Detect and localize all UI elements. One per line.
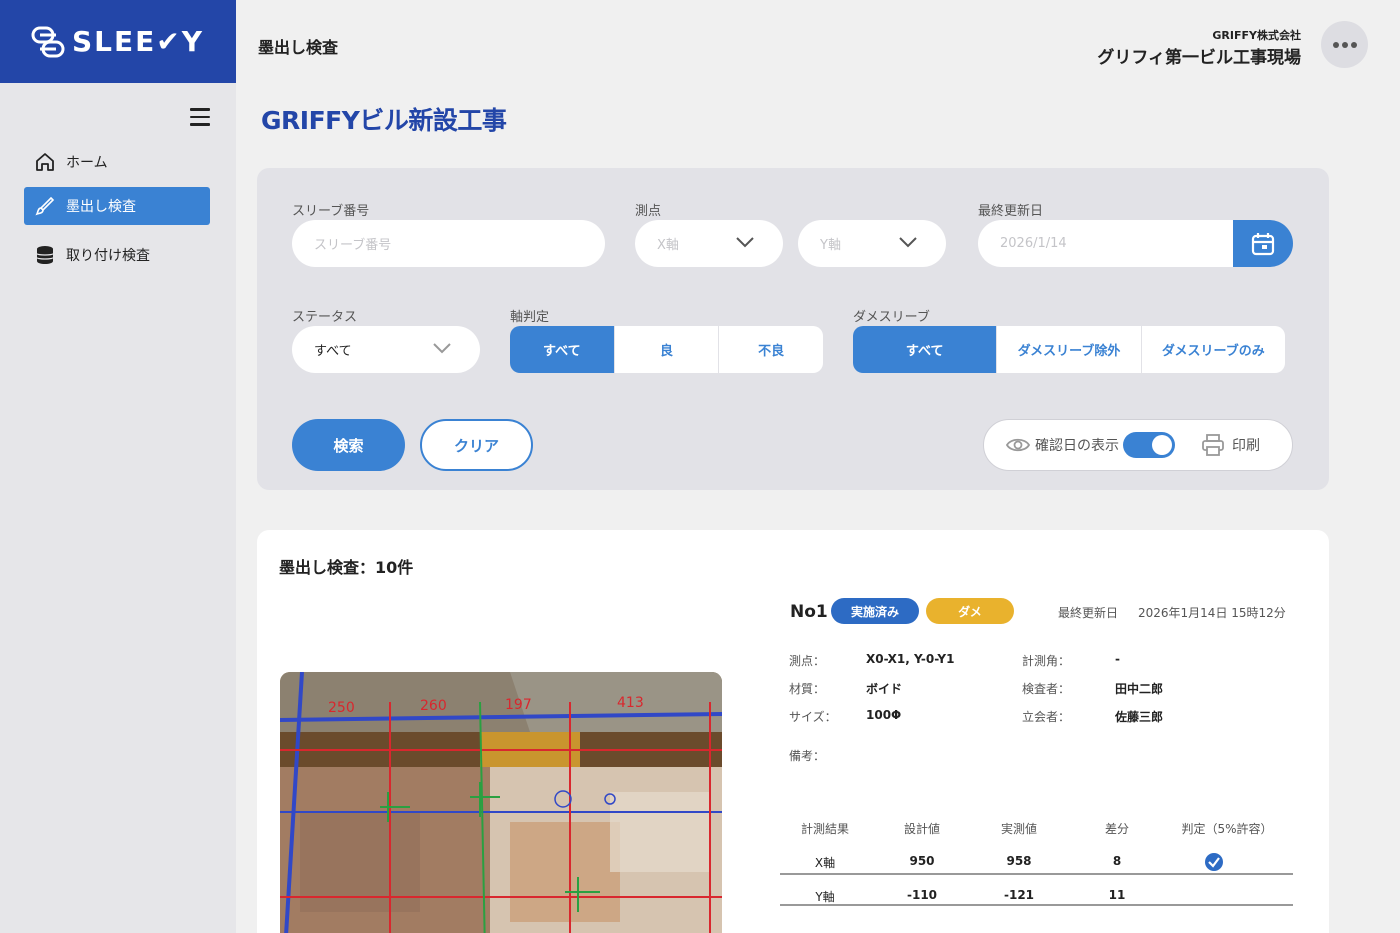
sidebar-item-label: 墨出し検査 (66, 199, 136, 215)
more-options-button[interactable] (1321, 21, 1368, 68)
material-key: 材質： (789, 682, 826, 696)
table-cell: -121 (1003, 888, 1035, 902)
table-header: 実測値 (1000, 822, 1037, 836)
table-cell: X軸 (814, 856, 836, 870)
axis-judge-toggle: すべて 良 不良 (510, 326, 823, 373)
dame-sleeve-toggle: すべて ダメスリーブ除外 ダメスリーブのみ (853, 326, 1285, 373)
page-breadcrumb: 墨出し検査 (258, 38, 339, 57)
logo-mark-icon (30, 24, 66, 60)
table-cell: 950 (909, 854, 935, 868)
status-badge-dame: ダメ (926, 598, 1014, 624)
calendar-icon (1251, 232, 1275, 255)
photo-mark-label: 260 (420, 698, 447, 714)
table-divider (780, 873, 1293, 875)
brush-icon (34, 195, 56, 217)
more-dots-icon (1332, 41, 1357, 48)
dame-exclude[interactable]: ダメスリーブ除外 (996, 326, 1140, 373)
results-panel: 墨出し検査：10件 250 260 197 413 No1 実施済み ダメ 最終… (257, 530, 1329, 933)
updated-date-label: 最終更新日 (978, 204, 1044, 219)
witness-value: 佐藤三郎 (1115, 710, 1164, 724)
size-value: 100Φ (866, 708, 902, 722)
show-confirm-date-toggle[interactable] (1123, 432, 1175, 458)
clear-button[interactable]: クリア (420, 419, 533, 471)
sidebar: SLEE✔Y ホーム 墨出し検査 取り付け検査 (0, 0, 236, 933)
table-cell: -110 (906, 888, 938, 902)
photo-mark-label: 413 (617, 695, 644, 711)
printer-icon[interactable] (1201, 434, 1225, 456)
home-icon (34, 151, 56, 173)
database-icon (34, 244, 56, 266)
chevron-down-icon (736, 237, 754, 248)
inspection-photo[interactable]: 250 260 197 413 (280, 672, 722, 933)
material-value: ボイド (866, 682, 903, 696)
table-cell: 8 (1112, 854, 1122, 868)
table-divider (780, 904, 1293, 906)
axis-judge-good[interactable]: 良 (613, 326, 719, 373)
display-options: 確認日の表示 印刷 (983, 419, 1293, 471)
results-count-title: 墨出し検査：10件 (279, 558, 414, 577)
dame-only[interactable]: ダメスリーブのみ (1140, 326, 1285, 373)
table-header: 判定（5%許容） (1181, 822, 1273, 836)
chevron-down-icon (899, 237, 917, 248)
status-badge-done: 実施済み (831, 598, 919, 624)
search-button[interactable]: 検索 (292, 419, 405, 471)
record-number: No1 (790, 602, 828, 622)
status-label: ステータス (292, 310, 358, 325)
point-key: 測点： (789, 654, 826, 668)
table-header: 差分 (1104, 822, 1129, 836)
record-updated-value: 2026年1月14日 15時12分 (1138, 606, 1286, 620)
sidebar-item-label: 取り付け検査 (66, 248, 150, 264)
updated-date-input[interactable]: 2026/1/14 (978, 220, 1258, 267)
eye-icon (1006, 438, 1030, 452)
site-name: グリフィ第一ビル工事現場 (1097, 48, 1301, 68)
company-name: GRIFFY株式会社 (1212, 29, 1301, 42)
record-updated-label: 最終更新日 (1058, 606, 1119, 620)
table-cell: 11 (1108, 888, 1126, 902)
show-confirm-date-label: 確認日の表示 (1035, 438, 1119, 454)
y-axis-select[interactable]: Y軸 (798, 220, 946, 267)
sidebar-item-home[interactable]: ホーム (24, 143, 210, 181)
axis-judge-label: 軸判定 (510, 310, 550, 325)
print-label[interactable]: 印刷 (1232, 435, 1260, 455)
table-header: 設計値 (903, 822, 940, 836)
angle-key: 計測角： (1022, 654, 1071, 668)
logo-text: SLEE✔Y (72, 25, 204, 58)
point-value: X0-X1, Y-0-Y1 (866, 652, 955, 666)
status-value: すべて (314, 344, 352, 359)
sidebar-item-label: ホーム (66, 155, 108, 171)
sidebar-item-marking-inspection[interactable]: 墨出し検査 (24, 187, 210, 225)
check-circle-icon (1205, 853, 1223, 871)
table-header: 計測結果 (800, 822, 849, 836)
chevron-down-icon (433, 343, 451, 354)
calendar-button[interactable] (1233, 220, 1293, 267)
x-axis-select[interactable]: X軸 (635, 220, 783, 267)
point-label: 測点 (635, 204, 662, 219)
sidebar-item-install-inspection[interactable]: 取り付け検査 (24, 236, 210, 274)
photo-mark-label: 197 (505, 697, 532, 713)
sleeve-number-input[interactable]: スリーブ番号 (292, 220, 605, 267)
page-title: GRIFFYビル新設工事 (261, 106, 507, 135)
note-key: 備考： (789, 749, 826, 763)
search-panel: スリーブ番号 スリーブ番号 測点 X軸 Y軸 最終更新日 2026/1/14 ス… (257, 168, 1329, 490)
status-select[interactable]: すべて (292, 326, 480, 373)
inspector-key: 検査者： (1022, 682, 1071, 696)
sleeve-number-label: スリーブ番号 (292, 204, 370, 219)
table-cell: 958 (1006, 854, 1032, 868)
size-key: サイズ： (789, 710, 837, 724)
dame-sleeve-label: ダメスリーブ (853, 310, 930, 325)
witness-key: 立会者： (1022, 710, 1071, 724)
angle-value: - (1115, 652, 1120, 666)
y-axis-value: Y軸 (820, 238, 841, 253)
table-cell: Y軸 (815, 890, 835, 904)
dame-all[interactable]: すべて (853, 326, 997, 373)
menu-toggle-icon[interactable] (190, 108, 210, 126)
axis-judge-all[interactable]: すべて (510, 326, 614, 373)
axis-judge-bad[interactable]: 不良 (718, 326, 823, 373)
x-axis-value: X軸 (657, 238, 679, 253)
inspector-value: 田中二郎 (1115, 682, 1164, 696)
logo[interactable]: SLEE✔Y (0, 0, 236, 83)
photo-mark-label: 250 (328, 700, 355, 716)
